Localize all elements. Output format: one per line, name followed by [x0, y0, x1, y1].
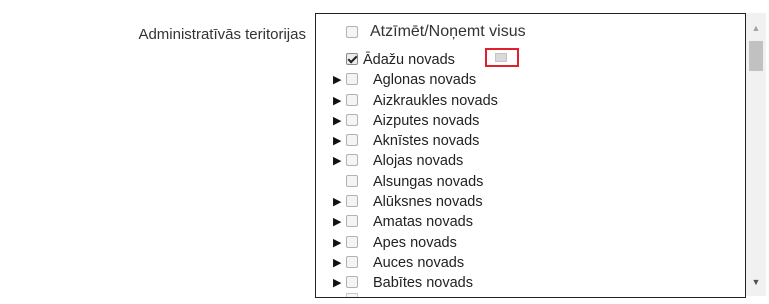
- territory-checkbox[interactable]: [346, 154, 358, 167]
- territory-item[interactable]: ▶ Aglonas novads: [316, 70, 745, 90]
- territory-label: Aglonas novads: [373, 72, 477, 89]
- check-all-row[interactable]: Atzīmēt/Noņemt visus: [346, 23, 526, 41]
- expand-arrow-icon[interactable]: ▶: [333, 215, 341, 229]
- territory-checkbox[interactable]: [346, 73, 358, 86]
- territory-checkbox[interactable]: [346, 93, 358, 106]
- territory-label: Ādažu novads: [363, 52, 455, 68]
- territory-checkbox[interactable]: [346, 255, 358, 268]
- territory-label: Auces novads: [373, 254, 465, 271]
- expand-arrow-icon[interactable]: ▶: [333, 276, 341, 290]
- check-all-checkbox[interactable]: [346, 26, 358, 38]
- field-label: Administratīvās teritorijas: [138, 26, 306, 43]
- expand-arrow-icon[interactable]: ▶: [333, 134, 341, 148]
- territory-item[interactable]: ▶ Babītes novads: [316, 273, 745, 293]
- territory-checkbox[interactable]: [346, 53, 358, 65]
- territory-label: Babītes novads: [373, 275, 473, 292]
- territory-label: Alojas novads: [373, 153, 464, 170]
- partial-checkbox: [346, 293, 358, 297]
- territory-listbox[interactable]: Atzīmēt/Noņemt visus Ādažu novads ▶ Aglona…: [315, 13, 746, 298]
- expand-arrow-icon[interactable]: ▶: [333, 154, 341, 168]
- territory-label: Aknīstes novads: [373, 133, 480, 150]
- territory-item[interactable]: ▶ Auces novads: [316, 253, 745, 273]
- territory-list: Ādažu novads ▶ Aglonas novads ▶ Aizkraukles …: [316, 48, 745, 294]
- territory-item[interactable]: ▶ Apes novads: [316, 233, 745, 253]
- listbox-scrollbar[interactable]: ▲ ▼: [746, 13, 766, 296]
- territory-checkbox[interactable]: [346, 134, 358, 147]
- territory-checkbox[interactable]: [346, 235, 358, 248]
- territory-label: Aizkraukles novads: [373, 92, 498, 109]
- expand-arrow-icon[interactable]: ▶: [333, 236, 341, 250]
- expand-arrow-icon[interactable]: ▶: [333, 94, 341, 108]
- territory-checkbox[interactable]: [346, 276, 358, 289]
- expand-arrow-icon[interactable]: ▶: [333, 195, 341, 209]
- territory-item[interactable]: ▶ Aizkraukles novads: [316, 91, 745, 111]
- territory-label: Alūksnes novads: [373, 194, 483, 211]
- territory-label: Apes novads: [373, 234, 457, 251]
- territory-item[interactable]: ▶ Alūksnes novads: [316, 192, 745, 212]
- territory-label: Alsungas novads: [373, 173, 484, 190]
- territory-item[interactable]: ▶ Alojas novads: [316, 151, 745, 171]
- territory-item[interactable]: Alsungas novads: [316, 172, 745, 192]
- territory-checkbox[interactable]: [346, 113, 358, 126]
- scroll-thumb[interactable]: [749, 41, 763, 71]
- collapsed-indicator-icon[interactable]: [495, 53, 507, 62]
- expand-arrow-icon[interactable]: ▶: [333, 114, 341, 128]
- highlight-box: [485, 48, 519, 67]
- territory-checkbox[interactable]: [346, 215, 358, 228]
- check-all-label: Atzīmēt/Noņemt visus: [370, 23, 526, 40]
- scroll-up-icon[interactable]: ▲: [746, 18, 766, 38]
- scroll-down-icon[interactable]: ▼: [746, 272, 766, 292]
- territory-label: Aizputes novads: [373, 112, 480, 129]
- territory-item[interactable]: ▶ Aknīstes novads: [316, 131, 745, 151]
- territory-label: Amatas novads: [373, 214, 473, 231]
- territory-item[interactable]: Ādažu novads: [316, 48, 745, 70]
- territory-checkbox[interactable]: [346, 195, 358, 208]
- expand-arrow-icon[interactable]: ▶: [333, 73, 341, 87]
- territory-item[interactable]: ▶ Amatas novads: [316, 212, 745, 232]
- expand-arrow-icon[interactable]: ▶: [333, 256, 341, 270]
- territory-checkbox[interactable]: [346, 174, 358, 187]
- territory-item[interactable]: ▶ Aizputes novads: [316, 111, 745, 131]
